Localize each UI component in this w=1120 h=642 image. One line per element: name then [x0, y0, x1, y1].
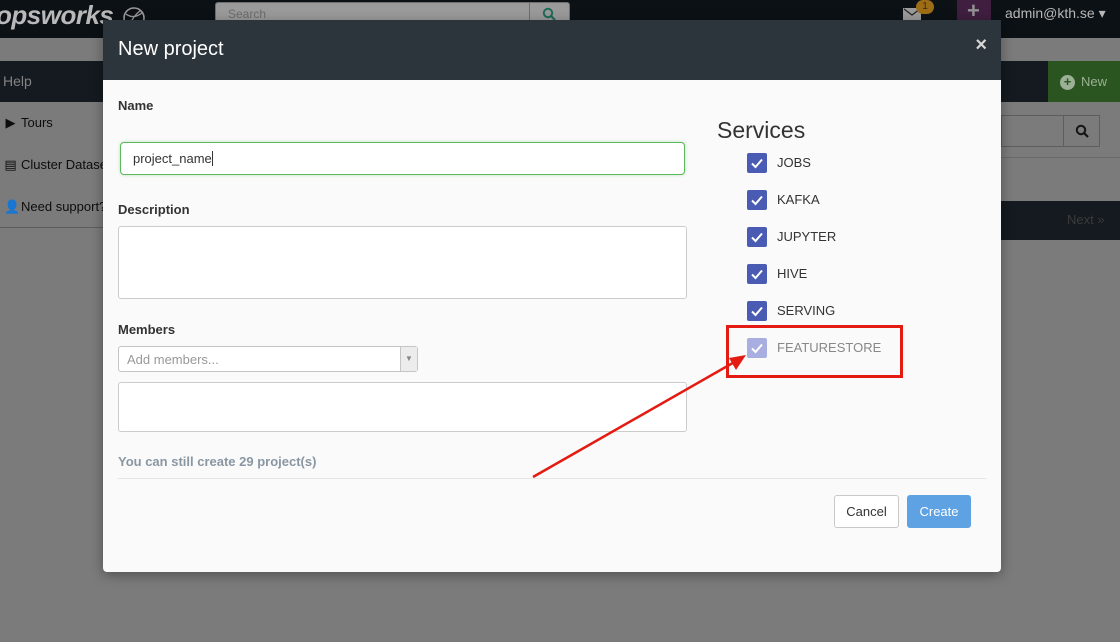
checkbox-checked-icon[interactable]: [747, 190, 767, 210]
projects-search-button[interactable]: [1063, 115, 1100, 147]
service-label: KAFKA: [777, 192, 820, 207]
user-menu[interactable]: admin@kth.se ▾: [1005, 5, 1106, 22]
divider: [118, 478, 986, 479]
close-icon[interactable]: ×: [975, 34, 987, 57]
new-button-label: New: [1081, 74, 1108, 89]
sidebar-item-label: Cluster Datase: [21, 157, 107, 172]
project-name-input[interactable]: project_name: [120, 142, 685, 175]
chevron-down-icon[interactable]: ▼: [400, 347, 417, 371]
services-title: Services: [717, 117, 806, 143]
members-list-box[interactable]: [118, 382, 687, 432]
annotation-highlight-box: [726, 325, 903, 378]
next-page-link[interactable]: Next »: [1067, 212, 1105, 227]
help-label[interactable]: Help: [3, 73, 32, 89]
checkbox-checked-icon[interactable]: [747, 227, 767, 247]
search-icon: [542, 7, 556, 21]
user-icon: 👤: [4, 199, 21, 214]
plus-icon: +: [1060, 75, 1075, 90]
divider: [1001, 157, 1120, 158]
search-icon: [1075, 124, 1089, 138]
divider: [0, 227, 103, 228]
sidebar-item-cluster-datasets[interactable]: ▤ Cluster Datase: [4, 157, 107, 173]
members-select[interactable]: Add members... ▼: [118, 346, 418, 372]
sidebar-item-label: Need support?: [21, 199, 107, 214]
projects-search-input[interactable]: [1001, 115, 1064, 147]
description-label: Description: [118, 202, 190, 217]
description-textarea[interactable]: [118, 226, 687, 299]
service-label: JUPYTER: [777, 229, 837, 244]
members-placeholder: Add members...: [127, 352, 219, 367]
checkbox-checked-icon[interactable]: [747, 153, 767, 173]
sidebar-item-label: Tours: [21, 115, 53, 130]
sidebar-item-tours[interactable]: ▶ Tours: [4, 115, 53, 131]
cancel-button[interactable]: Cancel: [834, 495, 899, 528]
text-cursor: [211, 151, 213, 166]
name-label: Name: [118, 98, 154, 113]
project-name-value: project_name: [133, 151, 212, 166]
checkbox-checked-icon[interactable]: [747, 264, 767, 284]
caret-right-icon: ▶: [5, 115, 16, 130]
service-label: HIVE: [777, 266, 808, 281]
modal-title: New project: [118, 38, 224, 60]
modal-header: New project ×: [103, 20, 1001, 80]
service-label: SERVING: [777, 303, 836, 318]
new-project-modal: New project × Name project_name Descript…: [103, 20, 1001, 572]
create-button[interactable]: Create: [907, 495, 971, 528]
new-project-button[interactable]: + New: [1048, 61, 1120, 102]
members-label: Members: [118, 322, 176, 337]
brand-logo-text[interactable]: opsworks: [0, 0, 114, 31]
table-icon: ▤: [4, 157, 17, 172]
project-quota-text: You can still create 29 project(s): [118, 454, 317, 469]
notification-badge: 1: [916, 0, 934, 14]
sidebar-item-support[interactable]: 👤Need support?: [4, 199, 106, 215]
service-label: JOBS: [777, 155, 811, 170]
checkbox-checked-icon[interactable]: [747, 301, 767, 321]
